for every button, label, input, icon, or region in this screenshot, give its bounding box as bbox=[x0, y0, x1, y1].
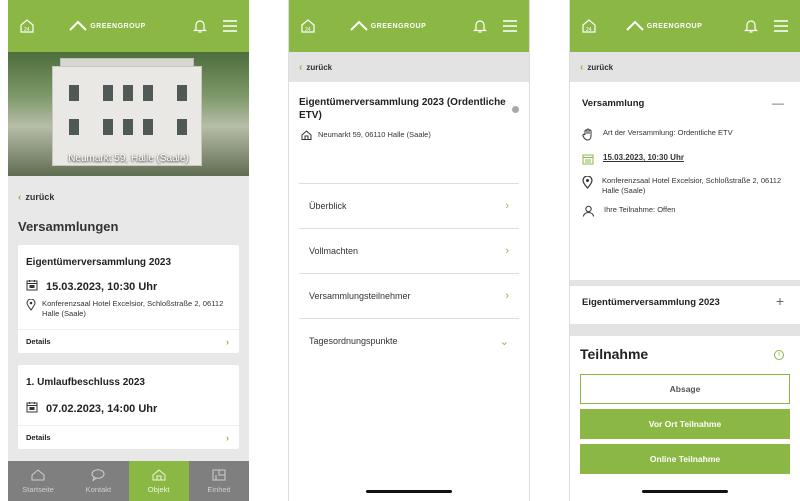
meeting-title: Eigentümerversammlung 2023 bbox=[26, 257, 172, 268]
chevron-right-icon: › bbox=[226, 432, 229, 443]
app-header: 24 GREENGROUP bbox=[289, 0, 529, 52]
menu-item-tagesordnungspunkte[interactable]: Tagesordnungspunkte ⌄ bbox=[299, 318, 519, 363]
house-facade bbox=[52, 66, 202, 166]
calendar-icon bbox=[26, 279, 38, 294]
location-pin-icon bbox=[582, 175, 593, 196]
back-link[interactable]: ‹ zurück bbox=[570, 52, 800, 82]
chevron-right-icon: › bbox=[505, 200, 509, 212]
back-link[interactable]: ‹ zurück bbox=[8, 182, 249, 212]
building-icon bbox=[152, 468, 166, 483]
bell-icon[interactable] bbox=[471, 17, 489, 35]
hamburger-menu-icon[interactable] bbox=[221, 17, 239, 35]
meeting-location: Konferenzsaal Hotel Excelsior, Schloßstr… bbox=[26, 298, 229, 320]
menu-item-vollmachten[interactable]: Vollmachten › bbox=[299, 228, 519, 273]
chevron-left-icon: ‹ bbox=[18, 191, 22, 203]
chevron-right-icon: › bbox=[226, 336, 229, 347]
calendar-icon bbox=[582, 153, 594, 169]
brand-logo: GREENGROUP bbox=[350, 20, 427, 32]
chevron-right-icon: › bbox=[505, 245, 509, 257]
accordion-title[interactable]: Eigentümerversammlung 2023 bbox=[582, 297, 720, 308]
expand-icon[interactable]: + bbox=[776, 293, 784, 309]
chevron-left-icon: ‹ bbox=[299, 61, 303, 73]
location-pin-icon bbox=[26, 298, 36, 320]
screen-versammlung-menu: 24 GREENGROUP ‹ zurück Eigentümerversamm… bbox=[288, 0, 530, 501]
bell-icon[interactable] bbox=[742, 17, 760, 35]
meeting-date: 07.02.2023, 14:00 Uhr bbox=[26, 401, 157, 416]
chevron-left-icon: ‹ bbox=[580, 61, 584, 73]
raised-hand-icon bbox=[582, 128, 594, 144]
meeting-title: 1. Umlaufbeschluss 2023 bbox=[26, 377, 145, 388]
participation-status: Ihre Teilnahme: Offen bbox=[582, 205, 792, 220]
vor-ort-teilnahme-button[interactable]: Vor Ort Teilnahme bbox=[580, 409, 790, 439]
chevron-down-icon: ⌄ bbox=[499, 335, 509, 348]
home-icon[interactable]: 24 bbox=[18, 17, 36, 35]
screen-versammlungen: 24 GREENGROUP Neumarkt 59, Halle (Saale) bbox=[8, 0, 249, 501]
online-teilnahme-button[interactable]: Online Teilnahme bbox=[580, 444, 790, 474]
svg-text:24: 24 bbox=[305, 27, 311, 33]
meeting-title: Eigentümerversammlung 2023 (Ordentliche … bbox=[299, 97, 506, 121]
back-link[interactable]: ‹ zurück bbox=[289, 52, 529, 82]
nav-objekt[interactable]: Objekt bbox=[128, 461, 189, 501]
info-icon[interactable]: i bbox=[774, 350, 784, 360]
person-icon bbox=[582, 205, 595, 220]
hamburger-menu-icon[interactable] bbox=[772, 17, 790, 35]
home-icon[interactable]: 24 bbox=[580, 17, 598, 35]
meeting-date-link[interactable]: 15.03.2023, 10:30 Uhr bbox=[582, 153, 792, 169]
screen-versammlung-detail: 24 GREENGROUP ‹ zurück Versammlung — Art… bbox=[569, 0, 800, 501]
collapse-icon[interactable]: — bbox=[772, 96, 784, 110]
home-indicator bbox=[642, 490, 728, 493]
svg-text:24: 24 bbox=[586, 27, 592, 33]
details-link[interactable]: Details › bbox=[18, 425, 239, 449]
bell-icon[interactable] bbox=[191, 17, 209, 35]
home-icon bbox=[31, 468, 45, 483]
svg-text:24: 24 bbox=[24, 27, 30, 33]
absage-button[interactable]: Absage bbox=[580, 374, 790, 404]
divider bbox=[570, 324, 800, 336]
status-dot bbox=[512, 106, 519, 113]
chevron-right-icon: › bbox=[505, 290, 509, 302]
nav-startseite[interactable]: Startseite bbox=[8, 461, 68, 501]
hamburger-menu-icon[interactable] bbox=[501, 17, 519, 35]
brand-logo: GREENGROUP bbox=[626, 20, 703, 32]
app-header: 24 GREENGROUP bbox=[8, 0, 249, 52]
section-heading: Versammlung bbox=[582, 98, 645, 109]
property-image: Neumarkt 59, Halle (Saale) bbox=[8, 52, 249, 176]
meeting-location: Konferenzsaal Hotel Excelsior, Schloßstr… bbox=[582, 175, 792, 196]
meeting-date: 15.03.2023, 10:30 Uhr bbox=[26, 279, 157, 294]
meeting-card[interactable]: Eigentümerversammlung 2023 15.03.2023, 1… bbox=[18, 245, 239, 353]
details-link[interactable]: Details › bbox=[18, 329, 239, 353]
page-title: Versammlungen bbox=[18, 219, 119, 234]
calendar-icon bbox=[26, 401, 38, 416]
chat-bubble-icon bbox=[91, 468, 105, 483]
building-icon bbox=[301, 130, 312, 142]
meeting-type: Art der Versammlung: Ordentliche ETV bbox=[582, 128, 792, 144]
divider bbox=[570, 280, 800, 286]
property-address-caption: Neumarkt 59, Halle (Saale) bbox=[68, 153, 189, 164]
floorplan-icon bbox=[212, 469, 226, 483]
menu-item-ueberblick[interactable]: Überblick › bbox=[299, 183, 519, 228]
meeting-address: Neumarkt 59, 06110 Halle (Saale) bbox=[301, 130, 431, 142]
home-icon[interactable]: 24 bbox=[299, 17, 317, 35]
app-header: 24 GREENGROUP bbox=[570, 0, 800, 52]
nav-kontakt[interactable]: Kontakt bbox=[68, 461, 128, 501]
teilnahme-title: Teilnahme bbox=[580, 346, 649, 362]
bottom-navigation: Startseite Kontakt Objekt Einheit bbox=[8, 461, 249, 501]
nav-einheit[interactable]: Einheit bbox=[189, 461, 249, 501]
home-indicator bbox=[366, 490, 452, 493]
meeting-menu: Überblick › Vollmachten › Versammlungste… bbox=[299, 183, 519, 363]
menu-item-versammlungsteilnehmer[interactable]: Versammlungsteilnehmer › bbox=[299, 273, 519, 318]
meeting-card[interactable]: 1. Umlaufbeschluss 2023 07.02.2023, 14:0… bbox=[18, 365, 239, 449]
brand-logo: GREENGROUP bbox=[69, 20, 146, 32]
